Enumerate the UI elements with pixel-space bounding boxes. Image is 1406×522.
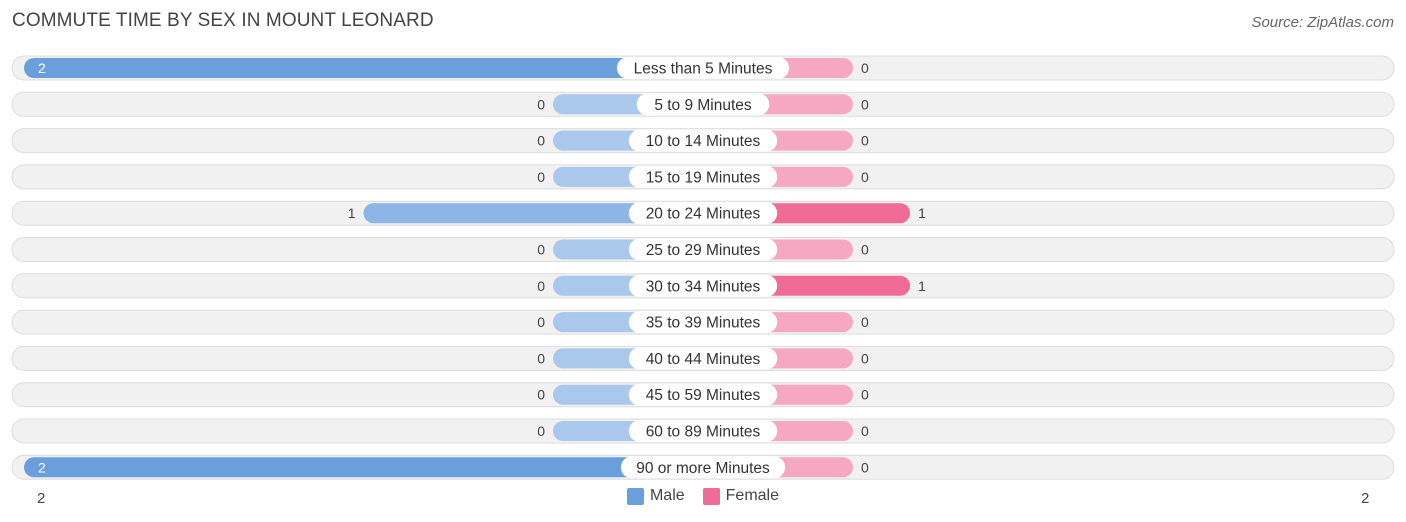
category-label: 15 to 19 Minutes: [646, 169, 761, 186]
legend-item-male[interactable]: Male: [626, 487, 685, 505]
category-label: Less than 5 Minutes: [634, 61, 773, 78]
male-value-label: 0: [537, 423, 545, 439]
chart-svg: Less than 5 Minutes 2 0 5 to 9 Minutes 0 0 10 …: [11, 55, 1395, 507]
male-bar: [24, 457, 703, 478]
male-value-label: 2: [38, 60, 46, 76]
category-label: 45 to 59 Minutes: [646, 387, 761, 404]
male-value-label: 1: [348, 205, 356, 221]
category-label: 60 to 89 Minutes: [646, 424, 761, 441]
female-value-label: 0: [861, 387, 869, 403]
male-value-label: 0: [537, 242, 545, 258]
category-label: 40 to 44 Minutes: [646, 351, 761, 368]
category-label: 35 to 39 Minutes: [646, 315, 761, 332]
female-value-label: 0: [861, 423, 869, 439]
female-value-label: 0: [861, 60, 869, 76]
category-label: 20 to 24 Minutes: [646, 206, 761, 223]
category-label: 25 to 29 Minutes: [646, 242, 761, 259]
category-label: 90 or more Minutes: [636, 460, 770, 477]
legend-item-female[interactable]: Female: [702, 487, 780, 505]
legend-label-female: Female: [725, 487, 780, 504]
female-value-label: 0: [861, 242, 869, 258]
male-value-label: 0: [537, 96, 545, 112]
male-bar: [24, 58, 703, 78]
legend-swatch-female: [702, 487, 720, 505]
male-value-label: 0: [537, 314, 545, 330]
male-value-label: 0: [537, 133, 545, 149]
category-label: 10 to 14 Minutes: [646, 133, 761, 150]
female-value-label: 1: [918, 205, 926, 221]
legend-label-male: Male: [649, 487, 685, 504]
female-value-label: 0: [861, 96, 869, 112]
category-label: 30 to 34 Minutes: [646, 278, 761, 295]
female-value-label: 0: [861, 459, 869, 475]
male-value-label: 0: [537, 278, 545, 294]
category-label: 5 to 9 Minutes: [654, 97, 752, 114]
chart-legend: Male Female: [0, 487, 1406, 505]
female-value-label: 0: [861, 133, 869, 149]
male-value-label: 0: [537, 387, 545, 403]
male-value-label: 0: [537, 350, 545, 366]
female-value-label: 0: [861, 169, 869, 185]
male-value-label: 0: [537, 169, 545, 185]
male-value-label: 2: [38, 459, 46, 475]
legend-swatch-male: [626, 487, 644, 505]
female-value-label: 0: [861, 350, 869, 366]
female-value-label: 0: [861, 314, 869, 330]
female-value-label: 1: [918, 278, 926, 294]
